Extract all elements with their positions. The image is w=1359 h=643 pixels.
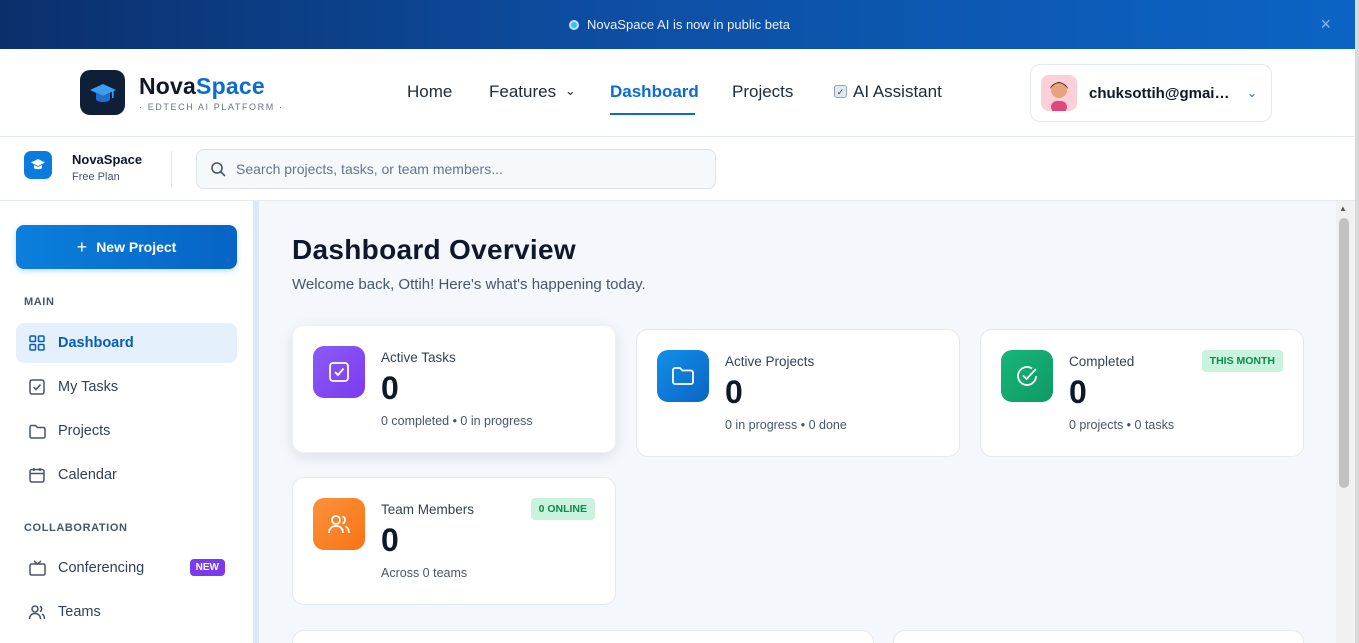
user-menu[interactable]: chuksottih@gmail.com ⌄ [1030,64,1272,122]
brand[interactable]: NovaSpace · EDTECH AI PLATFORM · [139,73,284,112]
status-dot-icon [568,19,579,30]
nav-features-label: Features [489,82,557,101]
sidebar-item-label: Projects [58,423,111,439]
logo[interactable] [80,70,125,115]
workspace-icon[interactable] [24,151,52,179]
sidebar-item-teams[interactable]: Teams [16,592,237,632]
sidebar-item-label: Conferencing [58,560,145,576]
brand-name: NovaSpace [139,73,265,99]
nav-ai-assistant-label: AI Assistant [853,82,942,101]
new-project-label: New Project [96,239,177,255]
sidebar-item-calendar[interactable]: Calendar [16,455,237,495]
task-check-icon [313,346,365,398]
tv-icon [28,559,46,577]
new-badge: NEW [189,559,225,576]
close-icon[interactable]: × [1320,14,1331,35]
sidebar-item-label: Calendar [58,467,117,483]
users-icon [28,603,46,621]
card-meta: 0 projects • 0 tasks [1069,418,1175,432]
check-circle-icon [1001,350,1053,402]
graduation-cap-icon [89,83,116,102]
search-icon [211,162,226,177]
card-value: 0 [381,522,399,558]
brand-tagline: · EDTECH AI PLATFORM · [139,102,284,112]
card-label: Active Tasks [381,350,456,365]
sidebar-section-collaboration: COLLABORATION [24,522,128,534]
nav-projects[interactable]: Projects [732,82,793,102]
card-value: 0 [725,374,743,410]
card-label: Active Projects [725,354,815,369]
chevron-down-icon: ⌄ [1247,86,1258,100]
workspace-bar: NovaSpace Free Plan [0,137,1359,201]
chevron-down-icon: ⌄ [564,83,576,98]
sidebar-item-my-tasks[interactable]: My Tasks [16,367,237,407]
panel [292,630,874,643]
top-navigation: NovaSpace · EDTECH AI PLATFORM · Home Fe… [0,49,1359,137]
checkbox-icon: ✓ [834,85,847,98]
folder-icon [657,350,709,402]
card-label: Team Members [381,502,475,517]
this-month-badge: THIS MONTH [1201,350,1283,372]
card-meta: 0 in progress • 0 done [725,418,847,432]
scroll-up-icon[interactable]: ▲ [1339,204,1347,213]
stat-card-completed[interactable]: Completed THIS MONTH 0 0 projects • 0 ta… [980,329,1304,457]
nav-features[interactable]: Features ⌄ [489,82,576,102]
page-title: Dashboard Overview [292,234,576,265]
card-value: 0 [1069,374,1087,410]
sidebar-item-label: My Tasks [58,379,119,395]
stat-card-team-members[interactable]: Team Members 0 ONLINE 0 Across 0 teams [292,477,616,605]
search-box[interactable] [196,149,716,189]
folder-icon [28,422,46,440]
sidebar-item-conferencing[interactable]: Conferencing NEW [16,548,237,588]
sidebar-section-main: MAIN [24,296,55,308]
page-subtitle: Welcome back, Ottih! Here's what's happe… [292,276,646,293]
nav-dashboard[interactable]: Dashboard [610,82,699,102]
workspace-plan: Free Plan [72,171,120,183]
nav-home[interactable]: Home [407,82,452,102]
stat-card-active-tasks[interactable]: Active Tasks 0 0 completed • 0 in progre… [292,325,616,453]
scrollbar-thumb[interactable] [1339,218,1349,488]
checkbox-icon [28,378,46,396]
card-meta: 0 completed • 0 in progress [381,414,533,428]
divider [171,151,172,187]
card-meta: Across 0 teams [381,566,468,580]
announcement-text: NovaSpace AI is now in public beta [586,17,791,32]
plus-icon: + [76,236,88,257]
avatar [1041,75,1077,111]
sidebar-item-label: Teams [58,604,101,620]
new-project-button[interactable]: + New Project [16,225,237,269]
panel [893,630,1304,643]
users-icon [313,498,365,550]
card-label: Completed [1069,354,1135,369]
stat-card-active-projects[interactable]: Active Projects 0 0 in progress • 0 done [636,329,960,457]
workspace-name: NovaSpace [72,152,143,167]
grid-icon [28,334,46,352]
sidebar: + New Project MAIN Dashboard My Tasks Pr… [0,201,253,643]
user-email: chuksottih@gmail.com [1089,84,1231,102]
card-value: 0 [381,370,399,406]
search-input[interactable] [236,161,706,177]
window-edge [1355,0,1359,643]
sidebar-resize-handle[interactable] [253,201,259,643]
sidebar-item-dashboard[interactable]: Dashboard [16,323,237,363]
nav-ai-assistant[interactable]: ✓ AI Assistant [834,82,942,102]
announcement-banner: NovaSpace AI is now in public beta × [0,0,1359,49]
sidebar-item-label: Dashboard [58,335,134,351]
online-badge: 0 ONLINE [530,498,595,520]
active-nav-indicator [610,113,695,115]
sidebar-item-projects[interactable]: Projects [16,411,237,451]
calendar-icon [28,466,46,484]
